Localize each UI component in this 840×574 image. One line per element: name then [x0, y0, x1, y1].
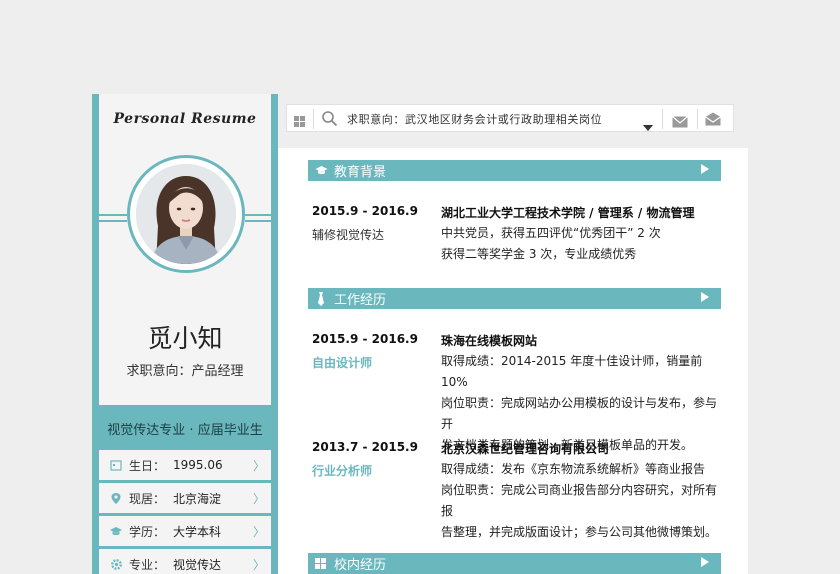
- info-label: 专业：: [129, 557, 166, 572]
- candidate-name: 觅小知: [147, 324, 223, 353]
- script-title: Personal Resume: [113, 111, 257, 127]
- job-intent: 求职意向：产品经理: [126, 364, 244, 379]
- avatar-frame: [127, 155, 245, 273]
- graduation-cap-icon: [103, 526, 129, 537]
- major-summary: 视觉传达专业 · 应届毕业生: [107, 423, 263, 438]
- section-title: 教育背景: [334, 165, 387, 180]
- info-value: 北京海淀: [173, 491, 222, 506]
- info-value: 1995.06: [173, 458, 223, 472]
- education-school: 湖北工业大学工程技术学院 / 管理系 / 物流管理: [441, 206, 695, 220]
- dropdown-arrow-icon[interactable]: [643, 116, 653, 135]
- section-header-campus[interactable]: 校内经历: [308, 553, 721, 574]
- section-header-education[interactable]: 教育背景: [308, 160, 721, 181]
- windows-icon: [294, 113, 306, 132]
- graduation-cap-icon: [308, 165, 334, 176]
- detail-line: 岗位职责：完成公司商业报告部分内容研究，对所有报: [441, 483, 718, 518]
- info-label: 现居：: [129, 491, 166, 506]
- chevron-right-icon: 〉: [253, 491, 266, 506]
- divider: [697, 109, 698, 129]
- search-icon[interactable]: [321, 110, 338, 131]
- info-label: 学历：: [129, 524, 166, 539]
- section-title: 工作经历: [334, 293, 387, 308]
- section-header-work[interactable]: 工作经历: [308, 288, 721, 309]
- job-date: 2013.7 - 2015.9: [312, 440, 418, 454]
- decorative-line: [245, 214, 271, 216]
- detail-line: 岗位职责：完成网站办公用模板的设计与发布，参与开: [441, 396, 718, 431]
- info-label: 生日：: [129, 458, 166, 473]
- detail-line: 中共党员，获得五四评优“优秀团干” 2 次: [441, 226, 661, 240]
- calendar-icon: [103, 459, 129, 471]
- job-role: 自由设计师: [312, 356, 373, 370]
- chevron-right-icon: 〉: [253, 557, 266, 572]
- detail-line: 告整理，并完成版面设计；参与公司其他微博策划。: [441, 525, 718, 539]
- play-arrow-icon: [701, 291, 721, 306]
- chevron-right-icon: 〉: [253, 524, 266, 539]
- play-arrow-icon: [701, 556, 721, 571]
- search-input[interactable]: 求职意向：武汉地区财务会计或行政助理相关岗位: [347, 111, 602, 127]
- play-arrow-icon: [701, 163, 721, 178]
- info-item-residence[interactable]: 现居： 北京海淀 〉: [99, 483, 271, 513]
- windows-icon: [308, 557, 334, 570]
- detail-line: 取得成绩：发布《京东物流系统解析》等商业报告: [441, 462, 706, 476]
- job-date: 2015.9 - 2016.9: [312, 332, 418, 346]
- detail-line: 获得二等奖学金 3 次，专业成绩优秀: [441, 247, 637, 261]
- tie-icon: [308, 291, 334, 306]
- divider: [662, 109, 663, 129]
- education-date: 2015.9 - 2016.9: [312, 204, 418, 218]
- decorative-line: [245, 220, 271, 222]
- education-minor: 辅修视觉传达: [312, 228, 385, 242]
- open-mail-icon[interactable]: [705, 111, 721, 130]
- job-role: 行业分析师: [312, 464, 373, 478]
- chevron-right-icon: 〉: [253, 458, 266, 473]
- gear-icon: [103, 558, 129, 571]
- resume-document: Personal Resume 觅小知 求职意向：产品经理 视觉传达专业 · 应…: [92, 94, 748, 574]
- info-item-education[interactable]: 学历： 大学本科 〉: [99, 516, 271, 546]
- detail-line: 取得成绩：2014-2015 年度十佳设计师，销量前 10%: [441, 354, 703, 389]
- mail-icon[interactable]: [672, 113, 688, 132]
- job-details: 取得成绩：发布《京东物流系统解析》等商业报告 岗位职责：完成公司商业报告部分内容…: [441, 459, 727, 543]
- info-item-birthday[interactable]: 生日： 1995.06 〉: [99, 450, 271, 480]
- divider: [313, 109, 314, 129]
- info-value: 视觉传达: [173, 557, 222, 572]
- info-item-major[interactable]: 专业： 视觉传达 〉: [99, 549, 271, 574]
- sidebar: Personal Resume 觅小知 求职意向：产品经理 视觉传达专业 · 应…: [92, 94, 278, 574]
- avatar: [136, 164, 236, 264]
- job-company: 北京汉森世纪管理咨询有限公司: [441, 442, 610, 456]
- decorative-line: [99, 214, 127, 216]
- search-bar[interactable]: 求职意向：武汉地区财务会计或行政助理相关岗位: [286, 104, 734, 132]
- info-value: 大学本科: [173, 524, 222, 539]
- profile-panel: Personal Resume 觅小知 求职意向：产品经理: [99, 94, 271, 405]
- location-pin-icon: [103, 492, 129, 505]
- job-company: 珠海在线模板网站: [441, 334, 538, 348]
- section-title: 校内经历: [334, 558, 387, 573]
- decorative-line: [99, 220, 127, 222]
- education-details: 中共党员，获得五四评优“优秀团干” 2 次 获得二等奖学金 3 次，专业成绩优秀: [441, 223, 727, 265]
